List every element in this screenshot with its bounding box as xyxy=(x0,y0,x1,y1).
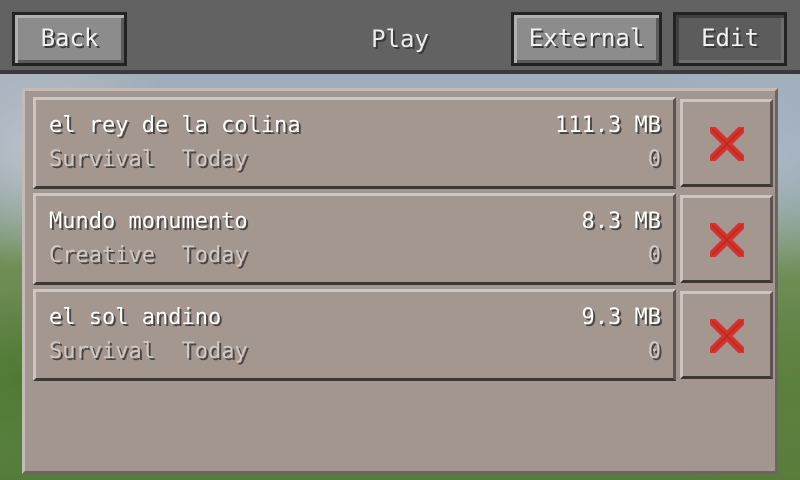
world-mode: Survival xyxy=(49,339,155,364)
external-button[interactable]: External xyxy=(511,12,662,66)
top-bar: Back Play External Edit xyxy=(0,0,800,74)
world-name: Mundo monumento xyxy=(49,209,248,234)
world-count: 0 xyxy=(647,147,661,172)
delete-world-button[interactable] xyxy=(680,291,773,379)
world-row: el sol andino 9.3 MB Survival Today 0 xyxy=(33,289,773,381)
world-count: 0 xyxy=(647,339,661,364)
delete-x-icon xyxy=(710,223,744,257)
delete-world-button[interactable] xyxy=(680,99,773,187)
world-size: 8.3 MB xyxy=(581,209,661,234)
world-row: el rey de la colina 111.3 MB Survival To… xyxy=(33,97,773,189)
world-size: 9.3 MB xyxy=(581,305,661,330)
world-count: 0 xyxy=(647,243,661,268)
world-list: el rey de la colina 111.3 MB Survival To… xyxy=(22,88,778,474)
world-date: Today xyxy=(181,339,248,364)
world-entry[interactable]: el rey de la colina 111.3 MB Survival To… xyxy=(33,97,676,189)
world-entry[interactable]: el sol andino 9.3 MB Survival Today 0 xyxy=(33,289,676,381)
world-mode-date: Survival Today xyxy=(49,146,248,174)
world-date: Today xyxy=(181,243,248,268)
edit-button[interactable]: Edit xyxy=(673,12,787,66)
delete-x-icon xyxy=(710,319,744,353)
world-mode-date: Survival Today xyxy=(49,338,248,366)
back-button[interactable]: Back xyxy=(12,12,127,66)
page-title: Play xyxy=(371,25,429,53)
world-entry[interactable]: Mundo monumento 8.3 MB Creative Today 0 xyxy=(33,193,676,285)
delete-x-icon xyxy=(710,127,744,161)
world-mode-date: Creative Today xyxy=(49,242,248,270)
world-size: 111.3 MB xyxy=(555,113,661,138)
world-name: el rey de la colina xyxy=(49,113,301,138)
world-mode: Creative xyxy=(49,243,155,268)
world-date: Today xyxy=(181,147,248,172)
delete-world-button[interactable] xyxy=(680,195,773,283)
world-name: el sol andino xyxy=(49,305,222,330)
world-mode: Survival xyxy=(49,147,155,172)
world-row: Mundo monumento 8.3 MB Creative Today 0 xyxy=(33,193,773,285)
